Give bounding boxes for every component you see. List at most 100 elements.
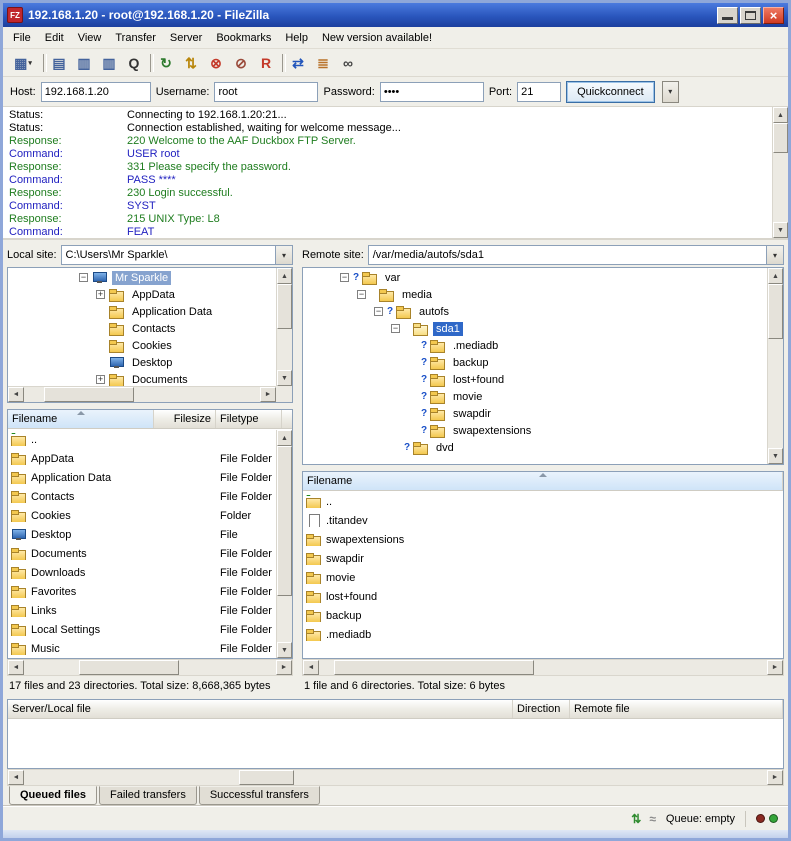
scrollbar-thumb[interactable]	[334, 660, 534, 675]
local-tree-toggle[interactable]: ▥ ▾	[72, 51, 96, 74]
scroll-down-button[interactable]	[277, 642, 292, 658]
scroll-right-button[interactable]	[260, 387, 276, 402]
column-header-direction[interactable]: Direction	[513, 700, 570, 718]
dropdown-arrow-icon[interactable]: ▾	[28, 59, 32, 67]
menu-item[interactable]: View	[71, 29, 109, 47]
local-list-horizontal-scrollbar[interactable]	[7, 659, 293, 676]
local-tree-item[interactable]: + Documents	[8, 371, 276, 386]
column-header-remote-file[interactable]: Remote file	[570, 700, 783, 718]
menu-item[interactable]: Server	[163, 29, 209, 47]
scroll-left-button[interactable]	[8, 387, 24, 402]
remote-tree-item[interactable]: − ? var	[303, 269, 767, 286]
tree-expander-icon[interactable]: −	[374, 307, 383, 316]
close-button[interactable]	[763, 7, 784, 24]
remote-tree-item[interactable]: − sda1	[303, 320, 767, 337]
scroll-left-button[interactable]	[303, 660, 319, 675]
queue-tab[interactable]: Queued files	[9, 786, 97, 805]
column-header-filesize[interactable]: Filesize	[154, 410, 216, 428]
scrollbar-thumb[interactable]	[239, 770, 294, 785]
queue-tab[interactable]: Successful transfers	[199, 786, 320, 805]
reconnect[interactable]: R ▾	[254, 51, 278, 74]
menu-item[interactable]: New version available!	[315, 29, 439, 47]
Local Settings[interactable]: Local Settings File Folder	[8, 620, 276, 639]
local-tree-item[interactable]: Desktop	[8, 354, 276, 371]
..[interactable]: ..	[8, 430, 276, 449]
remote-tree-item[interactable]: ? .mediadb	[303, 337, 767, 354]
minimize-button[interactable]	[717, 7, 738, 24]
remote-tree-item[interactable]: ? lost+found	[303, 371, 767, 388]
local-tree-item[interactable]: + AppData	[8, 286, 276, 303]
menu-item[interactable]: Transfer	[108, 29, 163, 47]
swapdir[interactable]: swapdir	[303, 549, 783, 568]
scrollbar-thumb[interactable]	[44, 387, 134, 402]
tree-expander-icon[interactable]: +	[96, 290, 105, 299]
local-tree-item[interactable]: Contacts	[8, 320, 276, 337]
tree-expander-icon[interactable]: +	[96, 375, 105, 384]
refresh[interactable]: ↻ ▾	[154, 51, 178, 74]
scroll-up-button[interactable]	[773, 107, 788, 123]
scrollbar-thumb[interactable]	[277, 446, 292, 596]
scrollbar-thumb[interactable]	[768, 284, 783, 339]
remote-tree-item[interactable]: ? movie	[303, 388, 767, 405]
.mediadb[interactable]: .mediadb	[303, 625, 783, 644]
local-site-combo[interactable]: C:\Users\Mr Sparkle\	[61, 245, 293, 265]
remote-site-combo[interactable]: /var/media/autofs/sda1	[368, 245, 784, 265]
remote-tree-item[interactable]: − ? autofs	[303, 303, 767, 320]
Links[interactable]: Links File Folder	[8, 601, 276, 620]
speed-limits-icon[interactable]: ⇅	[631, 813, 641, 825]
process-queue[interactable]: ⇅ ▾	[179, 51, 203, 74]
tree-expander-icon[interactable]: −	[391, 324, 400, 333]
host-input[interactable]	[41, 82, 151, 102]
maximize-button[interactable]	[740, 7, 761, 24]
scrollbar-thumb[interactable]	[773, 123, 788, 153]
Favorites[interactable]: Favorites File Folder	[8, 582, 276, 601]
local-list-vertical-scrollbar[interactable]	[276, 430, 292, 658]
lost+found[interactable]: lost+found	[303, 587, 783, 606]
combo-dropdown-icon[interactable]	[275, 246, 292, 264]
combo-dropdown-icon[interactable]	[766, 246, 783, 264]
Contacts[interactable]: Contacts File Folder	[8, 487, 276, 506]
password-input[interactable]	[380, 82, 484, 102]
log-vertical-scrollbar[interactable]	[772, 107, 788, 238]
synchronized-browsing[interactable]: ⇄ ▾	[286, 51, 310, 74]
find-files[interactable]: ∞ ▾	[336, 51, 360, 74]
queue-horizontal-scrollbar[interactable]	[7, 769, 784, 786]
scroll-up-button[interactable]	[277, 268, 292, 284]
AppData[interactable]: AppData File Folder	[8, 449, 276, 468]
scroll-right-button[interactable]	[767, 770, 783, 785]
local-tree-item[interactable]: Cookies	[8, 337, 276, 354]
directory-comparison[interactable]: ≣ ▾	[311, 51, 335, 74]
scroll-left-button[interactable]	[8, 660, 24, 675]
remote-tree-toggle[interactable]: ▥ ▾	[97, 51, 121, 74]
Desktop[interactable]: Desktop File	[8, 525, 276, 544]
Cookies[interactable]: Cookies Folder	[8, 506, 276, 525]
menu-item[interactable]: Help	[278, 29, 315, 47]
remote-tree-item[interactable]: ? swapdir	[303, 405, 767, 422]
scroll-left-button[interactable]	[8, 770, 24, 785]
scroll-down-button[interactable]	[277, 370, 292, 386]
activity-monitor-icon[interactable]: ≈	[649, 813, 656, 825]
queue-view-toggle[interactable]: Q ▾	[122, 51, 146, 74]
quickconnect-button[interactable]: Quickconnect	[566, 81, 655, 103]
Documents[interactable]: Documents File Folder	[8, 544, 276, 563]
tree-expander-icon[interactable]: −	[357, 290, 366, 299]
backup[interactable]: backup	[303, 606, 783, 625]
site-manager[interactable]: ▦ ▾	[7, 51, 39, 74]
menu-item[interactable]: Edit	[38, 29, 71, 47]
port-input[interactable]	[517, 82, 561, 102]
cancel[interactable]: ⊗ ▾	[204, 51, 228, 74]
remote-tree-item[interactable]: ? swapextensions	[303, 422, 767, 439]
local-tree-horizontal-scrollbar[interactable]	[8, 386, 276, 402]
message-log-toggle[interactable]: ▤ ▾	[47, 51, 71, 74]
menu-item[interactable]: Bookmarks	[209, 29, 278, 47]
scrollbar-thumb[interactable]	[277, 284, 292, 329]
scroll-up-button[interactable]	[277, 430, 292, 446]
swapextensions[interactable]: swapextensions	[303, 530, 783, 549]
local-tree-item[interactable]: Application Data	[8, 303, 276, 320]
.titandev[interactable]: .titandev	[303, 511, 783, 530]
username-input[interactable]	[214, 82, 318, 102]
..[interactable]: ..	[303, 492, 783, 511]
remote-tree-item[interactable]: ? backup	[303, 354, 767, 371]
remote-list-horizontal-scrollbar[interactable]	[302, 659, 784, 676]
scroll-right-button[interactable]	[767, 660, 783, 675]
